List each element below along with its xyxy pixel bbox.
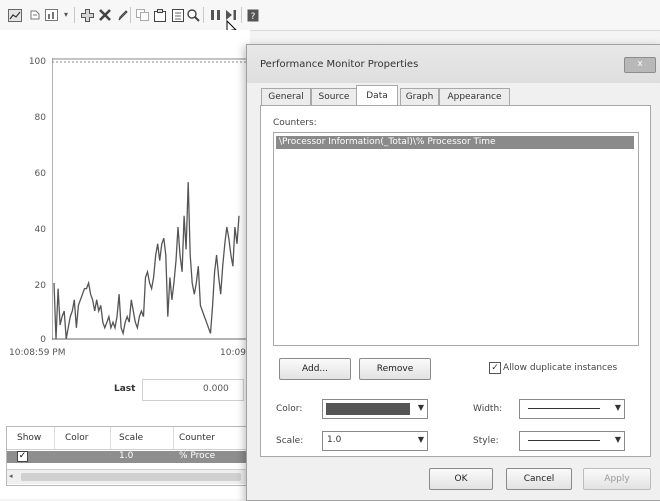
row-counter: % Proce — [179, 451, 216, 461]
apply-button[interactable]: Apply — [583, 468, 651, 490]
tab-data[interactable]: Data — [356, 85, 398, 107]
y-tick-label: 0 — [40, 335, 46, 345]
counter-table: Show Color Scale Counter ✓ 1.0 % Proce ◂ — [6, 426, 252, 486]
dropdown-arrow-icon[interactable]: ▾ — [59, 8, 73, 22]
last-value: 0.000 — [203, 384, 229, 394]
y-tick-label: 20 — [34, 281, 46, 291]
column-header-counter[interactable]: Counter — [179, 433, 215, 443]
line-chart — [52, 58, 250, 340]
y-tick-label: 80 — [34, 113, 46, 123]
style-dropdown[interactable]: ▼ — [519, 431, 625, 451]
scale-value: 1.0 — [327, 435, 342, 445]
delete-counter-icon[interactable] — [98, 8, 112, 22]
list-item[interactable]: \Processor Information(_Total)\% Process… — [276, 136, 634, 149]
graph-panel: 100 80 60 40 20 0 10:08:59 PM 10:09 Last… — [0, 30, 252, 499]
color-label: Color: — [276, 404, 303, 414]
properties-icon[interactable] — [171, 8, 185, 22]
table-header: Show Color Scale Counter — [7, 427, 251, 450]
toolbar-separator — [241, 7, 242, 23]
ok-button[interactable]: OK — [429, 468, 493, 490]
last-value-box: 0.000 — [142, 379, 244, 401]
allow-duplicate-label: Allow duplicate instances — [503, 363, 618, 373]
zoom-icon[interactable] — [186, 8, 200, 22]
copy-properties-icon[interactable] — [135, 8, 149, 22]
toolbar-separator — [130, 7, 131, 23]
y-tick-label: 40 — [34, 225, 46, 235]
chevron-down-icon: ▼ — [614, 435, 621, 444]
last-label: Last — [114, 384, 136, 394]
x-tick-label-mid: 10:09 — [220, 348, 246, 358]
data-tab-panel: Counters: \Processor Information(_Total)… — [260, 105, 651, 457]
series-line — [53, 182, 240, 340]
counters-list[interactable]: \Processor Information(_Total)\% Process… — [273, 132, 639, 346]
svg-text:?: ? — [251, 12, 256, 22]
width-dropdown[interactable]: ▼ — [519, 399, 625, 419]
column-divider — [173, 427, 174, 449]
x-tick-label-start: 10:08:59 PM — [9, 348, 66, 358]
line-style-sample — [528, 440, 600, 441]
change-graph-type-icon[interactable] — [44, 8, 58, 22]
toolbar-separator — [74, 7, 75, 23]
counter-path: \Processor Information(_Total)\% Process… — [279, 137, 496, 147]
pause-icon[interactable] — [208, 8, 222, 22]
chevron-down-icon: ▼ — [417, 403, 424, 412]
properties-dialog: Performance Monitor Properties x General… — [246, 44, 660, 501]
style-label: Style: — [473, 436, 499, 446]
cancel-button[interactable]: Cancel — [506, 468, 572, 490]
counters-label: Counters: — [273, 118, 317, 128]
column-divider — [54, 427, 55, 449]
table-row[interactable]: ✓ 1.0 % Proce — [7, 451, 251, 463]
toolbar: ▾ ? — [0, 0, 660, 38]
dialog-close-button[interactable]: x — [624, 57, 656, 73]
view-graph-icon[interactable] — [8, 8, 22, 22]
highlight-icon[interactable] — [116, 8, 130, 22]
y-tick-label: 60 — [34, 169, 46, 179]
add-counter-icon[interactable] — [80, 8, 94, 22]
width-label: Width: — [473, 404, 503, 414]
dialog-title: Performance Monitor Properties — [260, 59, 419, 70]
column-header-color[interactable]: Color — [65, 433, 89, 443]
show-checkbox[interactable]: ✓ — [17, 451, 28, 462]
scale-dropdown[interactable]: 1.0 ▼ — [322, 431, 428, 451]
horizontal-scrollbar[interactable]: ◂ — [7, 469, 251, 484]
scrollbar-thumb[interactable] — [21, 473, 241, 481]
tab-general[interactable]: General — [261, 88, 311, 106]
tab-appearance[interactable]: Appearance — [439, 88, 510, 106]
column-header-scale[interactable]: Scale — [119, 433, 143, 443]
chevron-down-icon: ▼ — [614, 403, 621, 412]
color-dropdown[interactable]: ▼ — [322, 399, 428, 419]
tab-source[interactable]: Source — [311, 88, 357, 106]
scroll-left-icon[interactable]: ◂ — [9, 472, 13, 480]
allow-duplicate-checkbox[interactable]: ✓ — [489, 362, 501, 374]
paste-counter-list-icon[interactable] — [153, 8, 167, 22]
y-tick-label: 100 — [28, 57, 46, 67]
scale-label: Scale: — [276, 436, 304, 446]
toolbar-separator — [203, 7, 204, 23]
row-scale: 1.0 — [119, 451, 134, 461]
remove-button[interactable]: Remove — [359, 358, 431, 380]
line-width-sample — [528, 408, 600, 409]
help-icon[interactable]: ? — [246, 8, 260, 22]
column-divider — [110, 427, 111, 449]
column-header-show[interactable]: Show — [17, 433, 41, 443]
dialog-title-bar[interactable]: Performance Monitor Properties x — [247, 45, 660, 83]
tab-graph[interactable]: Graph — [400, 88, 439, 106]
freeze-icon[interactable] — [28, 8, 42, 22]
add-button[interactable]: Add... — [279, 358, 351, 380]
color-swatch — [326, 403, 410, 415]
close-icon: x — [637, 59, 643, 69]
chevron-down-icon: ▼ — [417, 435, 424, 444]
